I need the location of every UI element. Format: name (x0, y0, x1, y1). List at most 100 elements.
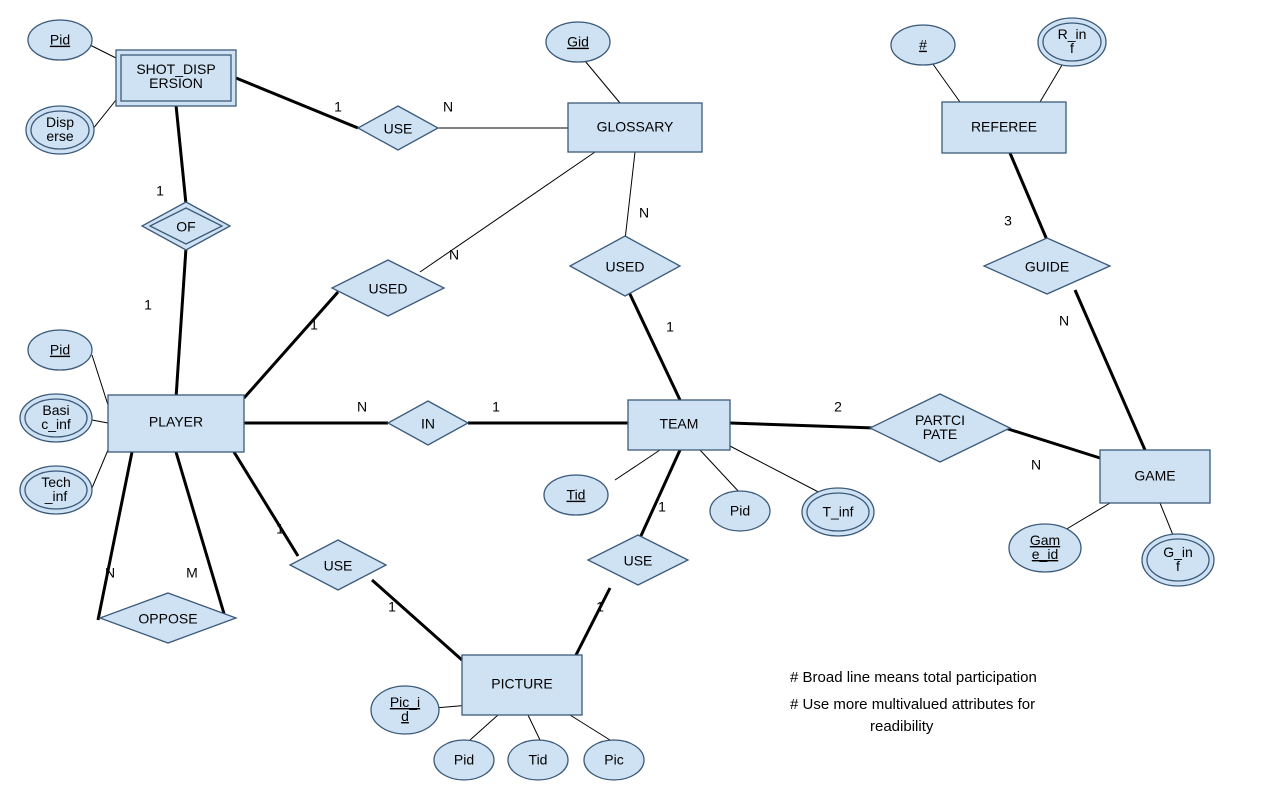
svg-text:Disperse: Disperse (46, 114, 74, 144)
note-line3: readibility (870, 718, 934, 735)
edge-attr (700, 450, 740, 493)
rel-label: IN (421, 416, 435, 432)
edge-sd-of (176, 105, 186, 204)
svg-text:Tech_inf: Tech_inf (41, 474, 71, 504)
entity-player: PLAYER (108, 395, 244, 452)
attr-team-tid: Tid (544, 475, 608, 515)
attr-label: Pic (604, 752, 623, 768)
attr-pic-pid: Pid (434, 740, 494, 780)
card-usepp-player: 1 (276, 521, 284, 537)
attr-label: Tid (529, 752, 548, 768)
note-line1: # Broad line means total participation (790, 669, 1037, 686)
card-of-player: 1 (144, 297, 152, 313)
svg-text:Game_id: Game_id (1030, 532, 1060, 562)
card-usedpg-player: 1 (310, 317, 318, 333)
entity-label: TEAM (660, 416, 699, 432)
edge-attr (92, 450, 108, 488)
edge-attr (528, 715, 540, 740)
rel-used-tg: USED (570, 236, 680, 296)
attr-label: T_inf (822, 504, 853, 520)
rel-used-pg: USED (332, 260, 444, 316)
entity-label: GAME (1134, 468, 1175, 484)
edge-attr (92, 420, 108, 423)
entity-shot-dispersion: SHOT_DISPERSION (116, 50, 236, 106)
card-usedtg-gloss: N (639, 205, 649, 221)
edge-glossary-usedtg (625, 152, 635, 240)
rel-oppose: OPPOSE (100, 593, 236, 643)
attr-label: Pid (50, 32, 70, 48)
attr-player-pid: Pid (28, 330, 92, 370)
rel-participate: PARTCIPATE (870, 394, 1010, 462)
card-use-sd: 1 (334, 99, 342, 115)
attr-sd-disperse: Disperse (26, 106, 94, 154)
rel-guide: GUIDE (984, 238, 1110, 294)
entity-team: TEAM (628, 400, 730, 450)
edge-player-oppose-l (98, 452, 132, 620)
edge-attr (470, 715, 498, 740)
rel-label: USE (384, 121, 413, 137)
edge-ref-guide (1010, 153, 1047, 240)
edge-guide-game (1075, 290, 1145, 450)
attr-player-basic: Basic_inf (20, 394, 92, 442)
edge-usetp-pic (576, 588, 610, 655)
edge-part-game (1005, 428, 1100, 458)
card-usedpg-gloss: N (449, 247, 459, 263)
attr-ref-num: # (891, 25, 955, 65)
rel-use-pp: USE (290, 540, 386, 590)
edge-attr (90, 45, 116, 58)
attr-player-tech: Tech_inf (20, 466, 92, 514)
rel-of: OF (142, 202, 230, 250)
card-oppose-r: M (186, 565, 198, 581)
edge-player-usedpg (244, 292, 338, 398)
rel-label: USE (324, 558, 353, 574)
entity-label: PICTURE (491, 676, 552, 692)
entity-referee: REFEREE (942, 102, 1066, 153)
card-guide-ref: 3 (1004, 213, 1012, 229)
card-part-team: 2 (834, 399, 842, 415)
attr-ref-rinf: R_inf (1038, 18, 1106, 66)
attr-pic-picid: Pic_id (371, 686, 439, 734)
edge-attr (615, 450, 660, 480)
attr-label: Tid (567, 487, 586, 503)
card-usedtg-team: 1 (666, 319, 674, 335)
edge-of-player (176, 248, 186, 398)
entity-game: GAME (1100, 450, 1210, 503)
attr-gloss-gid: Gid (546, 22, 610, 62)
card-in-team: 1 (492, 399, 500, 415)
attr-pic-pic: Pic (584, 740, 644, 780)
card-part-game: N (1031, 457, 1041, 473)
svg-text:Basic_inf: Basic_inf (41, 402, 71, 432)
rel-label: OPPOSE (138, 611, 197, 627)
attr-pic-tid: Tid (508, 740, 568, 780)
edge-team-usetp (640, 450, 680, 538)
entity-label: REFEREE (971, 119, 1037, 135)
rel-in: IN (388, 401, 468, 445)
edge-team-part (730, 423, 875, 428)
entity-picture: PICTURE (462, 655, 582, 715)
edge-usedtg-team (628, 290, 680, 400)
rel-label: USE (624, 553, 653, 569)
edge-attr (728, 445, 830, 498)
note-line2: # Use more multivalued attributes for (790, 696, 1035, 713)
edge-attr (92, 355, 108, 405)
card-use-gloss: N (443, 99, 453, 115)
card-of-sd: 1 (156, 183, 164, 199)
card-usetp-pic: 1 (596, 599, 604, 615)
edge-usepp-pic (372, 580, 462, 660)
edge-attr (580, 55, 620, 103)
card-usetp-team: 1 (658, 499, 666, 515)
attr-label: # (919, 37, 927, 53)
edge-player-usepp (234, 452, 298, 556)
attr-label: Gid (567, 34, 589, 50)
rel-label: USED (606, 259, 645, 275)
edge-attr (930, 60, 960, 102)
rel-label: USED (369, 281, 408, 297)
edge-attr (1065, 503, 1110, 530)
attr-sd-pid: Pid (28, 20, 92, 60)
card-in-player: N (357, 399, 367, 415)
attr-game-gameid: Game_id (1009, 524, 1081, 572)
rel-use-sd-gloss: USE (358, 106, 438, 150)
attr-label: Pid (454, 752, 474, 768)
attr-label: Pid (730, 503, 750, 519)
card-guide-game: N (1059, 313, 1069, 329)
